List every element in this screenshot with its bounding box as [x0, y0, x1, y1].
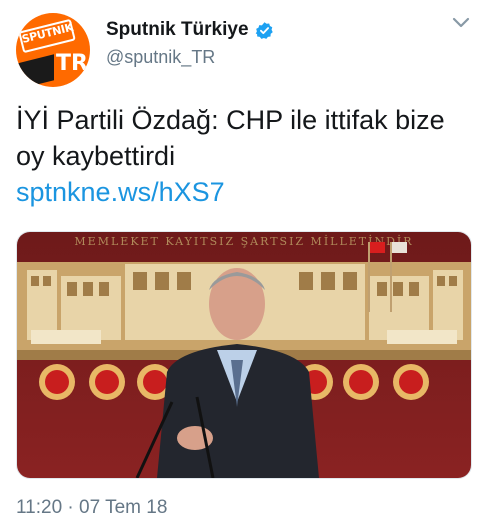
- avatar-badge-text: TR: [56, 51, 88, 76]
- tweet-photo[interactable]: MEMLEKET KAYITSIZ ŞARTSIZ MİLLETİNDİR: [16, 231, 472, 479]
- tweet-timestamp[interactable]: 11:20 · 07 Tem 18: [16, 497, 167, 519]
- parliament-press-photo: MEMLEKET KAYITSIZ ŞARTSIZ MİLLETİNDİR: [17, 232, 471, 478]
- account-handle[interactable]: @sputnik_TR: [106, 47, 215, 68]
- account-name-row: Sputnik Türkiye: [106, 18, 274, 42]
- tweet-card: SPUTNIK TR Sputnik Türkiye @sputnik_TR İ…: [0, 0, 486, 529]
- banner-text: MEMLEKET KAYITSIZ ŞARTSIZ MİLLETİNDİR: [74, 234, 413, 248]
- avatar-brand-text: SPUTNIK: [18, 18, 76, 54]
- tweet-text: İYİ Partili Özdağ: CHP ile ittifak bize …: [16, 105, 445, 171]
- display-name[interactable]: Sputnik Türkiye: [106, 19, 249, 41]
- account-avatar[interactable]: SPUTNIK TR: [16, 13, 90, 87]
- chevron-down-icon[interactable]: [452, 16, 470, 30]
- verified-badge-icon: [255, 21, 273, 39]
- avatar-stripe: [16, 54, 54, 87]
- tweet-link[interactable]: sptnkne.ws/hXS7: [16, 174, 225, 210]
